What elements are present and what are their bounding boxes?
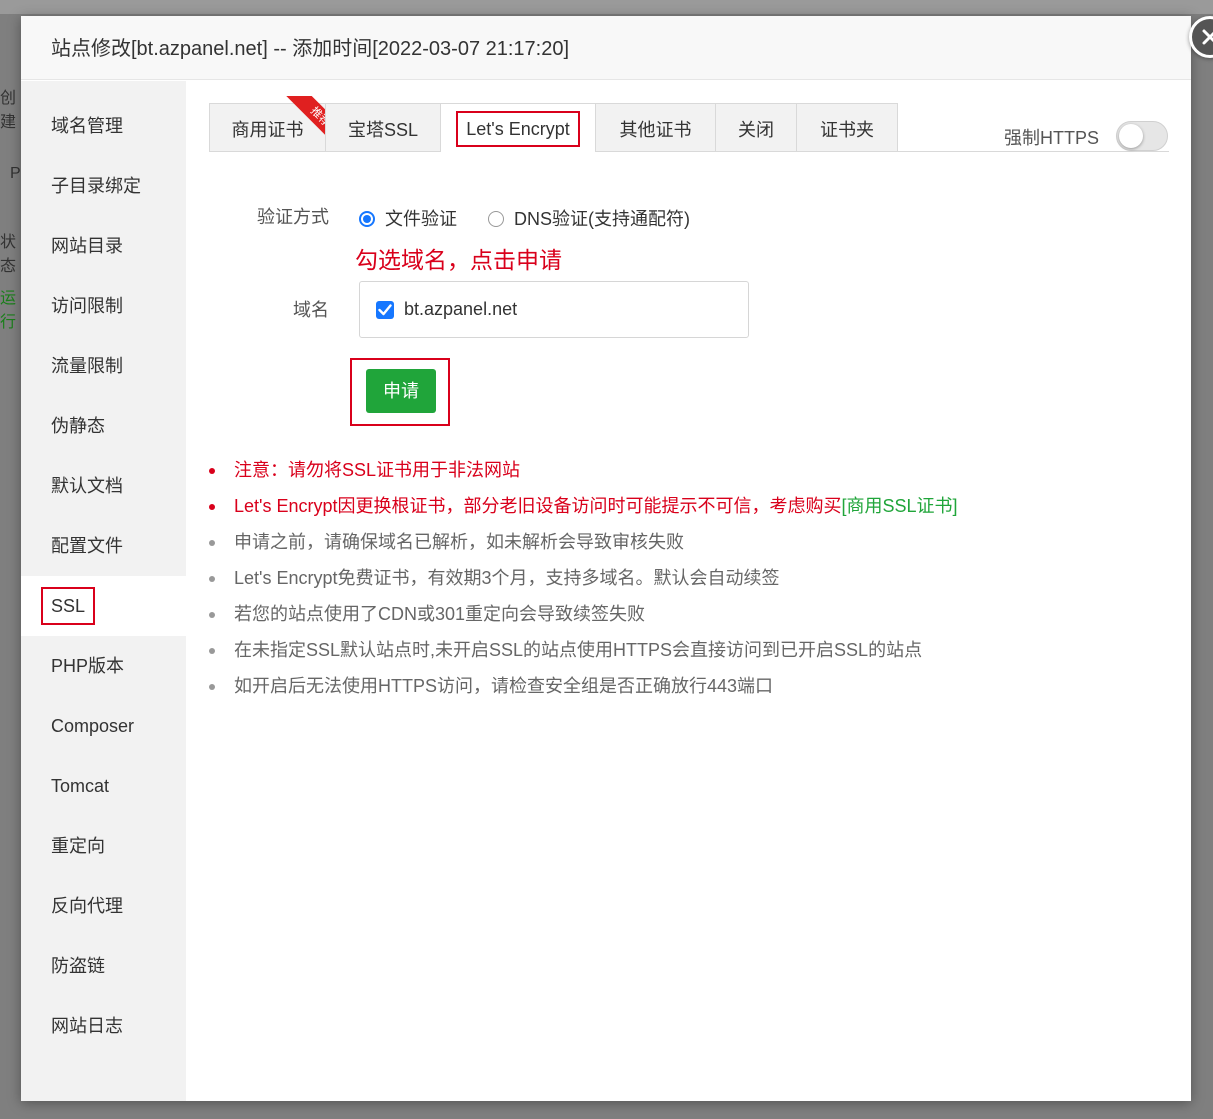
sidebar-item-label: 重定向 <box>51 836 105 856</box>
note-text: 申请之前，请确保域名已解析，如未解析会导致审核失败 <box>234 532 684 552</box>
instruction-hint: 勾选域名，点击申请 <box>355 247 562 273</box>
sidebar: 域名管理 子目录绑定 网站目录 访问限制 流量限制 伪静态 默认文档 配置文件 … <box>21 81 186 1101</box>
tab-lets-encrypt[interactable]: Let's Encrypt <box>440 103 596 152</box>
check-icon <box>378 304 392 316</box>
sidebar-item-label: 网站日志 <box>51 1016 123 1036</box>
apply-highlight-frame: 申请 <box>350 358 450 426</box>
tab-label: 关闭 <box>738 120 774 140</box>
sidebar-item-label: 配置文件 <box>51 536 123 556</box>
tab-label: 证书夹 <box>820 120 874 140</box>
note-text: 如开启后无法使用HTTPS访问，请检查安全组是否正确放行443端口 <box>234 676 774 696</box>
sidebar-item-access-limit[interactable]: 访问限制 <box>21 276 186 336</box>
background-top-strip <box>0 0 1213 14</box>
note-text: 注意：请勿将SSL证书用于非法网站 <box>234 460 521 480</box>
sidebar-item-domain[interactable]: 域名管理 <box>21 96 186 156</box>
sidebar-item-label: 访问限制 <box>51 296 123 316</box>
sidebar-item-traffic-limit[interactable]: 流量限制 <box>21 336 186 396</box>
background-fragment: P <box>10 165 21 182</box>
note-text: Let's Encrypt免费证书，有效期3个月，支持多域名。默认会自动续签 <box>234 568 780 588</box>
note-text: Let's Encrypt因更换根证书，部分老旧设备访问时可能提示不可信，考虑购… <box>234 496 842 516</box>
list-item: 注意：请勿将SSL证书用于非法网站 <box>206 456 958 492</box>
sidebar-item-ssl[interactable]: SSL <box>21 576 186 636</box>
radio-unchecked-icon <box>488 211 504 227</box>
sidebar-item-rewrite[interactable]: 伪静态 <box>21 396 186 456</box>
tab-other-cert[interactable]: 其他证书 <box>595 103 716 151</box>
background-fragment: 运行 <box>0 290 17 331</box>
tab-label: 其他证书 <box>619 120 692 140</box>
sidebar-item-label: 流量限制 <box>51 356 123 376</box>
background-fragment: 创建 <box>0 90 17 131</box>
sidebar-item-hotlink[interactable]: 防盗链 <box>21 936 186 996</box>
list-item: 若您的站点使用了CDN或301重定向会导致续签失败 <box>206 600 958 636</box>
sidebar-item-label: SSL <box>41 587 96 625</box>
close-button[interactable] <box>1189 16 1213 58</box>
notes-list: 注意：请勿将SSL证书用于非法网站 Let's Encrypt因更换根证书，部分… <box>206 456 958 708</box>
force-https-label: 强制HTTPS <box>1004 128 1100 148</box>
dialog-title: 站点修改[bt.azpanel.net] -- 添加时间[2022-03-07 … <box>21 16 1191 80</box>
main-panel: 商用证书 推荐 宝塔SSL Let's Encrypt 其他证书 关闭 证书夹 … <box>186 81 1191 1101</box>
sidebar-item-label: PHP版本 <box>51 656 125 676</box>
close-icon <box>1202 29 1213 45</box>
sidebar-item-config-file[interactable]: 配置文件 <box>21 516 186 576</box>
site-settings-dialog: 站点修改[bt.azpanel.net] -- 添加时间[2022-03-07 … <box>21 16 1213 1101</box>
sidebar-item-label: Tomcat <box>51 776 110 796</box>
tab-close[interactable]: 关闭 <box>715 103 797 151</box>
sidebar-item-php-version[interactable]: PHP版本 <box>21 636 186 696</box>
sidebar-item-composer[interactable]: Composer <box>21 696 186 756</box>
tab-label: 宝塔SSL <box>347 120 419 140</box>
verify-method-label: 验证方式 <box>257 207 329 227</box>
toggle-knob <box>1119 124 1143 148</box>
sidebar-item-site-dir[interactable]: 网站目录 <box>21 216 186 276</box>
list-item: 在未指定SSL默认站点时,未开启SSL的站点使用HTTPS会直接访问到已开启SS… <box>206 636 958 672</box>
sidebar-item-label: 子目录绑定 <box>51 176 141 196</box>
domain-list-box: bt.azpanel.net <box>359 281 749 338</box>
tab-bt-ssl[interactable]: 宝塔SSL <box>325 103 441 151</box>
sidebar-item-label: 默认文档 <box>51 476 123 496</box>
list-item: Let's Encrypt因更换根证书，部分老旧设备访问时可能提示不可信，考虑购… <box>206 492 958 528</box>
force-https-toggle[interactable] <box>1116 121 1168 151</box>
domain-name: bt.azpanel.net <box>404 299 518 319</box>
radio-checked-icon <box>359 211 375 227</box>
note-text: 在未指定SSL默认站点时,未开启SSL的站点使用HTTPS会直接访问到已开启SS… <box>234 640 923 660</box>
sidebar-item-label: 网站目录 <box>51 236 123 256</box>
radio-file-verify[interactable]: 文件验证 <box>359 205 457 231</box>
sidebar-item-label: 防盗链 <box>51 956 105 976</box>
domain-checkbox[interactable] <box>376 301 394 319</box>
radio-label: 文件验证 <box>385 209 457 229</box>
tab-cert-folder[interactable]: 证书夹 <box>796 103 898 151</box>
sidebar-item-subdir[interactable]: 子目录绑定 <box>21 156 186 216</box>
background-fragment: 状态 <box>0 234 17 275</box>
commercial-ssl-link[interactable]: [商用SSL证书] <box>841 496 957 516</box>
tab-label: Let's Encrypt <box>456 111 580 147</box>
apply-button[interactable]: 申请 <box>366 369 436 413</box>
sidebar-item-reverse-proxy[interactable]: 反向代理 <box>21 876 186 936</box>
list-item: Let's Encrypt免费证书，有效期3个月，支持多域名。默认会自动续签 <box>206 564 958 600</box>
radio-dns-verify[interactable]: DNS验证(支持通配符) <box>488 205 690 231</box>
sidebar-item-redirect[interactable]: 重定向 <box>21 816 186 876</box>
radio-label: DNS验证(支持通配符) <box>514 209 690 229</box>
list-item: 如开启后无法使用HTTPS访问，请检查安全组是否正确放行443端口 <box>206 672 958 708</box>
sidebar-item-label: 伪静态 <box>51 416 105 436</box>
domain-label: 域名 <box>293 300 329 320</box>
note-text: 若您的站点使用了CDN或301重定向会导致续签失败 <box>234 604 646 624</box>
sidebar-item-tomcat[interactable]: Tomcat <box>21 756 186 816</box>
sidebar-item-label: 域名管理 <box>51 116 123 136</box>
list-item: 申请之前，请确保域名已解析，如未解析会导致审核失败 <box>206 528 958 564</box>
sidebar-item-label: 反向代理 <box>51 896 123 916</box>
tab-commercial-cert[interactable]: 商用证书 推荐 <box>209 96 332 151</box>
sidebar-item-default-doc[interactable]: 默认文档 <box>21 456 186 516</box>
sidebar-item-label: Composer <box>51 716 135 736</box>
sidebar-item-site-log[interactable]: 网站日志 <box>21 996 186 1056</box>
